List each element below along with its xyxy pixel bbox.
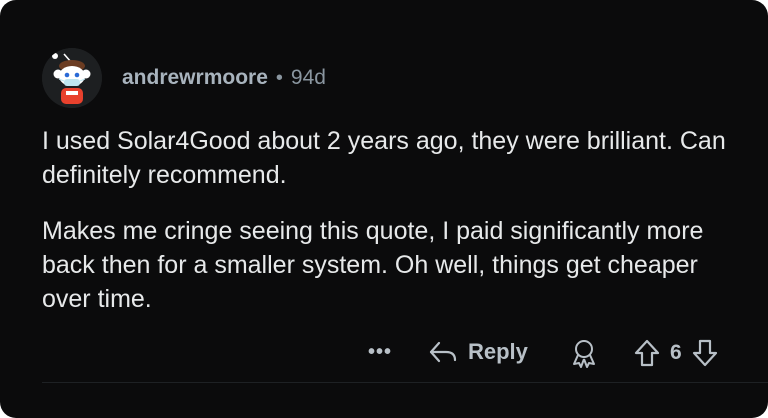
vote-score: 6	[670, 341, 682, 364]
more-options-button[interactable]: •••	[368, 341, 392, 364]
snoo-avatar-icon	[42, 48, 102, 108]
award-button[interactable]	[568, 337, 600, 369]
vote-controls: 6	[632, 337, 720, 369]
reply-button[interactable]: Reply	[428, 339, 528, 365]
more-options-icon: •••	[368, 341, 393, 363]
comment-card: andrewrmoore • 94d I used Solar4Good abo…	[0, 0, 768, 418]
comment-age: 94d	[290, 66, 326, 89]
comment-header: andrewrmoore • 94d	[42, 48, 326, 108]
comment-paragraph: I used Solar4Good about 2 years ago, the…	[42, 127, 726, 189]
upvote-icon[interactable]	[632, 337, 662, 369]
downvote-icon[interactable]	[690, 337, 720, 369]
comment-body: I used Solar4Good about 2 years ago, the…	[42, 124, 742, 338]
comment-actions: ••• Reply 6	[0, 333, 768, 373]
user-avatar[interactable]	[42, 48, 102, 108]
meta-separator: •	[275, 66, 283, 89]
username[interactable]: andrewrmoore	[122, 66, 268, 90]
comment-divider	[42, 382, 768, 383]
award-icon	[573, 340, 595, 368]
reply-arrow-icon	[429, 341, 457, 363]
comment-paragraph: Makes me cringe seeing this quote, I pai…	[42, 217, 704, 313]
reply-label: Reply	[468, 339, 528, 364]
